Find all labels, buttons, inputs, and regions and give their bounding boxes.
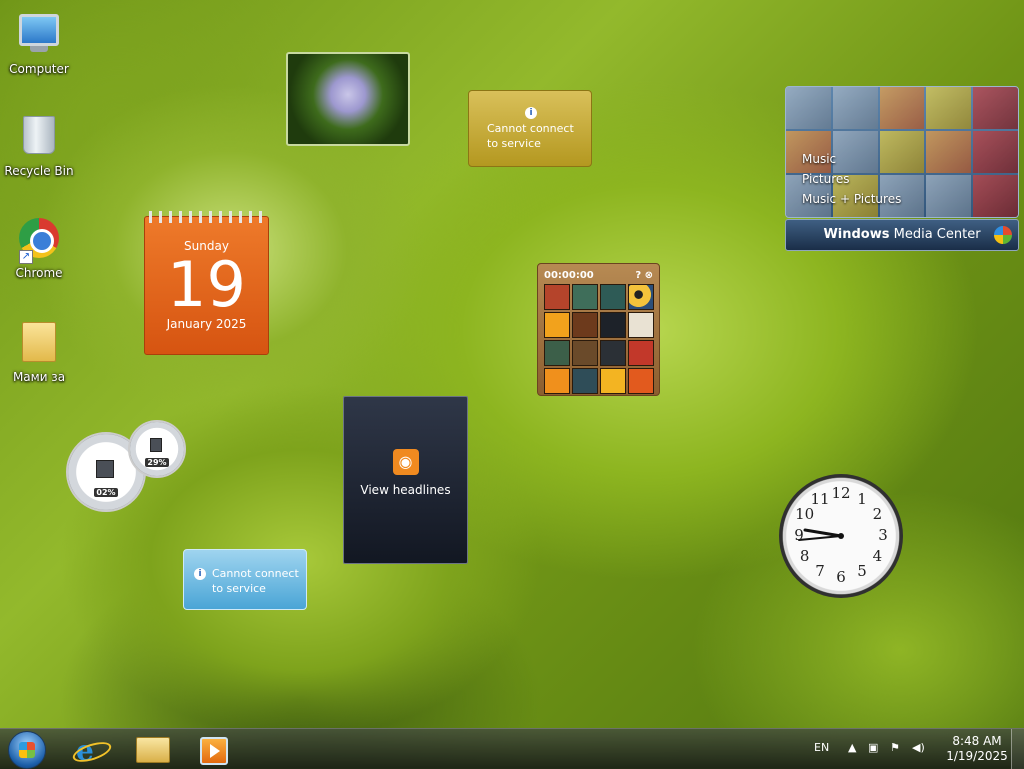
language-indicator[interactable]: EN — [814, 741, 829, 754]
media-center-panel: Music Pictures Music + Pictures — [785, 86, 1019, 218]
desktop-icon-label: Computer — [9, 62, 69, 76]
puzzle-tile[interactable] — [572, 284, 598, 310]
start-button[interactable] — [8, 731, 46, 769]
calendar-rings — [149, 211, 265, 223]
clock-numeral: 8 — [799, 547, 810, 565]
show-hidden-icons-icon[interactable]: ▲ — [848, 741, 856, 754]
clock-numeral: 7 — [815, 562, 825, 581]
view-headlines-link[interactable]: View headlines — [344, 483, 467, 497]
clock-numeral: 11 — [810, 489, 830, 508]
network-icon[interactable]: ▣ — [868, 741, 878, 754]
weather-gadget-top[interactable]: i Cannot connect to service — [468, 90, 592, 167]
media-center-brand-bold: Windows — [823, 227, 890, 242]
taskbar-time: 8:48 AM — [952, 734, 1002, 748]
media-center-gadget[interactable]: Music Pictures Music + Pictures Windows … — [785, 86, 1019, 251]
calendar-day-number: 19 — [167, 248, 246, 321]
media-player-icon — [200, 737, 228, 765]
media-center-brand-rest: Media Center — [889, 227, 981, 242]
weather-message: Cannot connect to service — [212, 567, 299, 595]
puzzle-close-button[interactable]: ⊗ — [645, 270, 653, 281]
desktop-icon-folder[interactable]: Мами за — [2, 318, 76, 384]
puzzle-tile[interactable] — [600, 284, 626, 310]
media-center-menu-pictures[interactable]: Pictures — [802, 169, 901, 189]
puzzle-tile[interactable] — [628, 368, 654, 394]
taskbar: e EN ▲ ▣ ⚑ ◀) 8:48 AM 1/19/2025 — [0, 728, 1024, 769]
desktop-icon-label: Chrome — [15, 266, 63, 280]
action-center-flag-icon[interactable]: ⚑ — [890, 741, 900, 754]
computer-icon — [17, 14, 61, 58]
folder-icon — [17, 322, 61, 366]
puzzle-tile[interactable] — [600, 312, 626, 338]
desktop-icon-recycle-bin[interactable]: Recycle Bin — [2, 112, 76, 178]
rss-icon: ◉ — [392, 449, 419, 475]
puzzle-tile[interactable] — [572, 368, 598, 394]
media-center-menu-music[interactable]: Music — [802, 149, 901, 169]
slideshow-gadget[interactable] — [286, 52, 410, 146]
taskbar-windows-explorer[interactable] — [128, 732, 178, 766]
cpu-usage-value: 02% — [94, 488, 118, 497]
taskbar-clock[interactable]: 8:48 AM 1/19/2025 — [942, 734, 1012, 764]
chrome-icon: ↗ — [17, 218, 61, 264]
puzzle-help-button[interactable]: ? — [635, 270, 641, 281]
show-desktop-button[interactable] — [1011, 729, 1024, 769]
desktop-icon-computer[interactable]: Computer — [2, 10, 76, 76]
puzzle-tile[interactable] — [572, 340, 598, 366]
puzzle-tile[interactable] — [600, 340, 626, 366]
puzzle-grid[interactable] — [544, 284, 654, 394]
puzzle-tile[interactable] — [544, 368, 570, 394]
memory-gauge: 29% — [128, 420, 186, 478]
clock-numeral: 2 — [872, 505, 883, 523]
info-icon: i — [194, 568, 206, 580]
clock-numeral: 12 — [831, 484, 851, 502]
puzzle-tile[interactable] — [544, 340, 570, 366]
weather-message: Cannot connect to service — [487, 122, 574, 150]
puzzle-tile[interactable] — [572, 312, 598, 338]
desktop-icon-label: Мами за — [12, 370, 66, 384]
memory-chip-icon — [150, 438, 162, 452]
puzzle-tile[interactable] — [628, 340, 654, 366]
cpu-chip-icon — [96, 460, 114, 478]
media-center-launch-bar[interactable]: Windows Media Center — [785, 219, 1019, 251]
clock-gadget[interactable]: 12 1 2 3 4 5 6 7 8 9 10 11 — [779, 474, 903, 598]
clock-numeral: 10 — [795, 505, 815, 523]
puzzle-tile[interactable] — [628, 284, 654, 310]
picture-puzzle-gadget[interactable]: 00:00:00 ? ⊗ — [537, 263, 660, 396]
shortcut-arrow-icon: ↗ — [19, 250, 33, 264]
puzzle-tile[interactable] — [628, 312, 654, 338]
cpu-meter-gadget[interactable]: 02% 29% — [60, 420, 190, 514]
windows-logo-icon — [994, 226, 1012, 244]
media-center-menu: Music Pictures Music + Pictures — [802, 149, 901, 209]
clock-numeral: 5 — [857, 562, 867, 581]
clock-numeral: 6 — [836, 568, 846, 586]
taskbar-internet-explorer[interactable]: e — [66, 732, 116, 767]
desktop-icon-chrome[interactable]: ↗ Chrome — [2, 216, 76, 280]
calendar-month-year: January 2025 — [166, 317, 247, 331]
desktop-icon-label: Recycle Bin — [4, 164, 74, 178]
clock-numeral: 9 — [794, 526, 804, 544]
windows-logo-icon — [19, 742, 35, 758]
puzzle-tile[interactable] — [600, 368, 626, 394]
puzzle-tile[interactable] — [544, 284, 570, 310]
taskbar-date: 1/19/2025 — [946, 749, 1008, 763]
media-center-menu-music-pictures[interactable]: Music + Pictures — [802, 189, 901, 209]
volume-icon[interactable]: ◀) — [912, 741, 925, 754]
memory-usage-value: 29% — [145, 458, 169, 467]
puzzle-timer: 00:00:00 — [544, 269, 594, 281]
recycle-bin-icon — [17, 116, 61, 160]
weather-gadget-bottom[interactable]: i Cannot connect to service — [183, 549, 307, 610]
feed-headlines-gadget[interactable]: ◉ View headlines — [343, 396, 468, 564]
info-icon: i — [525, 107, 537, 119]
puzzle-tile[interactable] — [544, 312, 570, 338]
folder-icon — [136, 737, 170, 763]
taskbar-media-player[interactable] — [190, 732, 240, 766]
calendar-gadget[interactable]: Sunday 19 January 2025 — [144, 211, 269, 355]
clock-numeral: 3 — [878, 526, 888, 544]
